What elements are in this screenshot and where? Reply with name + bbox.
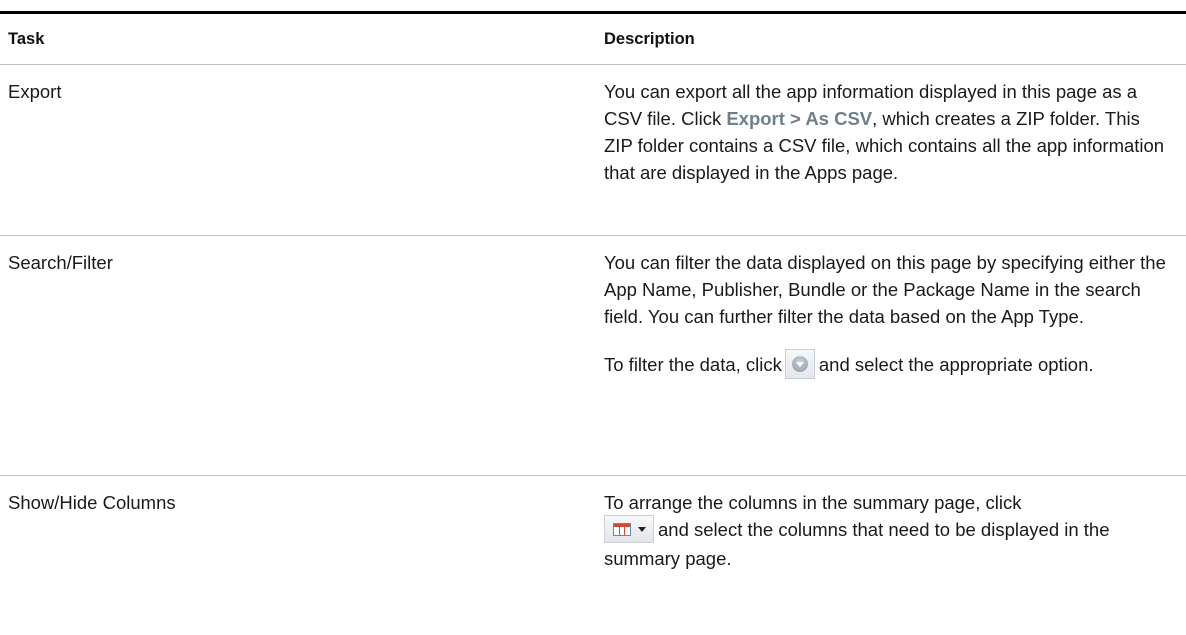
filter-dropdown-icon xyxy=(784,349,815,380)
export-as-csv-reference: Export > As CSV xyxy=(726,108,873,129)
description-text: and select the appropriate option. xyxy=(818,354,1094,375)
show-hide-columns-icon xyxy=(604,515,654,544)
table-header-row: Task Description xyxy=(0,14,1186,64)
description-paragraph: You can filter the data displayed on thi… xyxy=(604,252,1166,327)
task-cell: Export xyxy=(8,81,62,102)
description-text: To arrange the columns in the summary pa… xyxy=(604,492,1022,513)
table-row: Search/Filter You can filter the data di… xyxy=(0,236,1186,475)
table-row: Export You can export all the app inform… xyxy=(0,65,1186,235)
description-text: and select the columns that need to be d… xyxy=(604,519,1110,570)
task-column-header: Task xyxy=(8,29,45,48)
description-paragraph: To filter the data, click and select the … xyxy=(604,349,1170,381)
description-cell: You can filter the data displayed on thi… xyxy=(604,236,1186,475)
task-cell: Search/Filter xyxy=(8,252,113,273)
table-row: Show/Hide Columns To arrange the columns… xyxy=(0,476,1186,601)
description-text: To filter the data, click xyxy=(604,354,782,375)
tasks-table: Task Description Export You can export a… xyxy=(0,11,1186,601)
task-cell: Show/Hide Columns xyxy=(8,492,176,513)
description-cell: You can export all the app information d… xyxy=(604,65,1186,235)
description-cell: To arrange the columns in the summary pa… xyxy=(604,476,1186,601)
description-column-header: Description xyxy=(604,29,695,48)
